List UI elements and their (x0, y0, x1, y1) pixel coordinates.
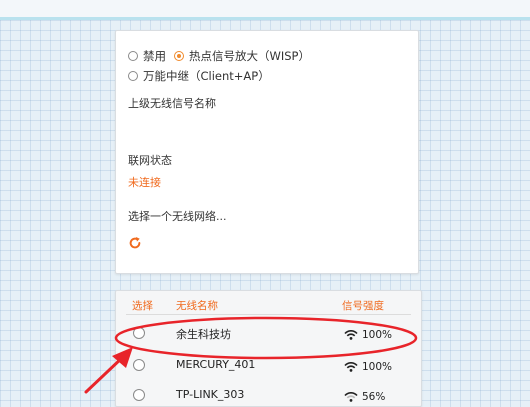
signal-strength: 100% (344, 329, 392, 341)
wifi-signal-icon (344, 392, 358, 402)
repeater-mode-panel: 禁用 热点信号放大（WISP） 万能中继（Client+AP） 上级无线信号名称… (115, 30, 419, 274)
choose-network-label: 选择一个无线网络... (128, 210, 227, 223)
mode-client-ap-radio[interactable] (128, 71, 138, 81)
connection-status-label: 联网状态 (128, 154, 172, 167)
column-header-signal: 信号强度 (342, 300, 384, 312)
connection-status-value: 未连接 (128, 176, 161, 189)
column-header-name: 无线名称 (176, 300, 218, 312)
column-header-select: 选择 (132, 300, 153, 312)
mode-option-row-2: 万能中继（Client+AP） (128, 68, 270, 84)
mode-disabled-radio[interactable] (128, 51, 138, 61)
network-select-radio[interactable] (133, 389, 145, 401)
mode-client-ap-label[interactable]: 万能中继（Client+AP） (143, 68, 270, 84)
wifi-signal-icon (344, 330, 358, 340)
network-select-radio[interactable] (133, 327, 145, 339)
header-divider (126, 314, 411, 315)
mode-option-row-1: 禁用 热点信号放大（WISP） (128, 48, 310, 64)
mode-disabled-label[interactable]: 禁用 (143, 48, 166, 64)
mode-wisp-radio[interactable] (174, 51, 184, 61)
network-name: MERCURY_401 (176, 358, 256, 371)
signal-value: 100% (362, 361, 393, 373)
signal-strength: 56% (344, 391, 385, 403)
network-select-radio[interactable] (133, 359, 145, 371)
wireless-network-list: 选择 无线名称 信号强度 余生科技坊 100% MERCURY_401 100% (115, 290, 422, 407)
network-name: 余生科技坊 (176, 328, 231, 341)
wifi-signal-icon (344, 362, 358, 372)
signal-value: 56% (362, 391, 386, 403)
network-name: TP-LINK_303 (176, 388, 245, 401)
mode-wisp-label[interactable]: 热点信号放大（WISP） (189, 48, 310, 64)
window-top-border (0, 0, 530, 20)
signal-value: 100% (362, 329, 393, 341)
signal-strength: 100% (344, 361, 392, 373)
refresh-icon[interactable] (128, 236, 142, 250)
upper-ssid-label: 上级无线信号名称 (128, 97, 216, 110)
